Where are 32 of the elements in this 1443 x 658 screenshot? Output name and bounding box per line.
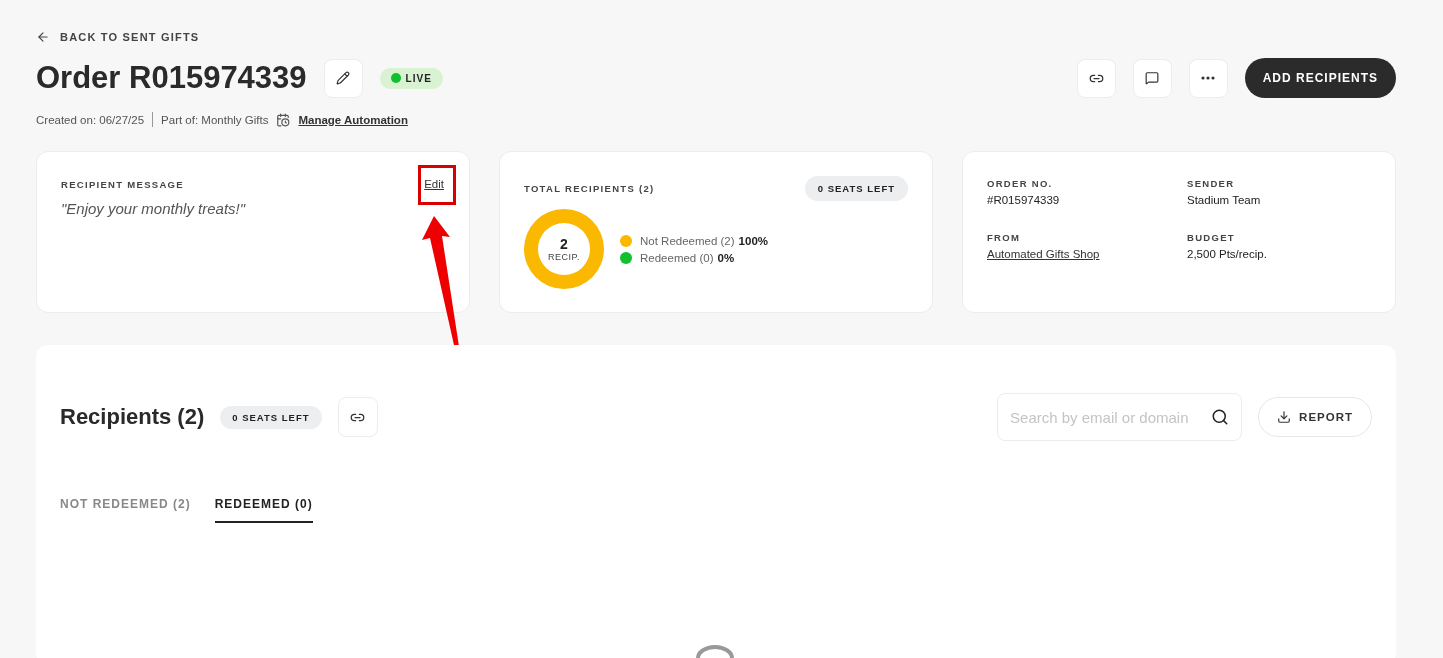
donut-caption: RECIP. (548, 252, 580, 262)
seats-left-badge: 0 SEATS LEFT (804, 176, 908, 201)
detail-value: 2,500 Pts/recip. (1187, 248, 1268, 260)
legend-label: Redeemed (0) (640, 251, 714, 264)
detail-value: #R015974339 (987, 194, 1061, 206)
add-recipients-button[interactable]: ADD RECIPIENTS (1244, 58, 1396, 98)
shop-link[interactable]: Automated Gifts Shop (987, 248, 1100, 260)
legend-label: Not Redeemed (2) (640, 234, 735, 247)
status-tab[interactable]: REDEEMED (0) (214, 497, 313, 523)
report-button[interactable]: REPORT (1258, 397, 1372, 437)
search-field[interactable]: Search by email or domain (997, 393, 1243, 441)
card-label: TOTAL RECIPIENTS (2) (524, 183, 655, 194)
detail-label: FROM (987, 232, 1022, 243)
detail-label: ORDER NO. (987, 178, 1054, 189)
status-tab[interactable]: NOT REDEEMED (2) (60, 497, 191, 523)
seats-left-badge: 0 SEATS LEFT (220, 405, 322, 429)
legend-percent: 0% (717, 251, 735, 264)
recipient-message: "Enjoy your monthly treats!" (61, 200, 247, 217)
detail-label: BUDGET (1187, 232, 1236, 243)
edit-link[interactable]: Edit (424, 178, 444, 190)
manage-automation-link[interactable]: Manage Automation (298, 113, 408, 126)
detail-label: SENDER (1187, 178, 1236, 189)
created-date: Created on: 06/27/25 (36, 113, 145, 126)
back-link[interactable]: BACK TO SENT GIFTS (36, 30, 200, 44)
legend-percent: 100% (738, 234, 769, 247)
detail-value: Stadium Team (1187, 194, 1262, 206)
status-badge: LIVE (379, 67, 443, 89)
page-title: Order R015974339 (36, 60, 307, 96)
card-label: RECIPIENT MESSAGE (61, 178, 184, 190)
donut-total: 2 (560, 236, 568, 252)
recipients-title: Recipients (2) (60, 404, 205, 430)
part-of-text: Part of: Monthly Gifts (161, 113, 269, 126)
